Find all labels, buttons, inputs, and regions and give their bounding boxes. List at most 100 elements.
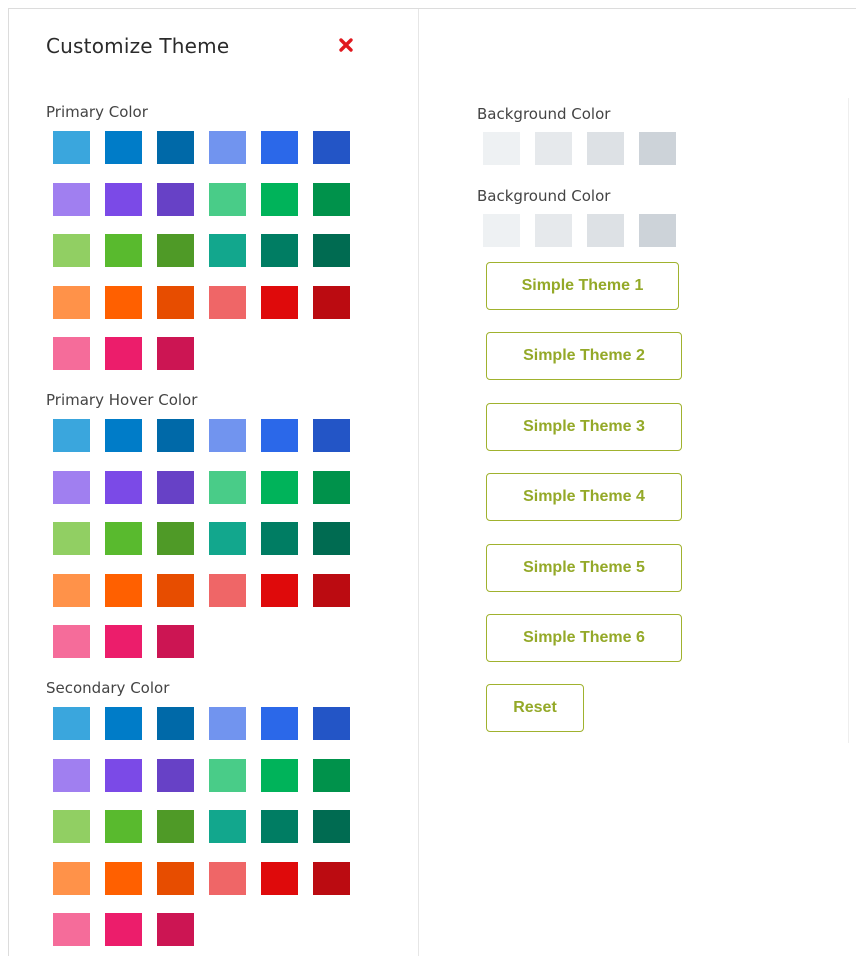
secondary-color-swatch[interactable] bbox=[209, 759, 246, 792]
primary-hover-color-swatch[interactable] bbox=[105, 522, 142, 555]
secondary-color-swatch[interactable] bbox=[53, 913, 90, 946]
secondary-color-swatch[interactable] bbox=[261, 810, 298, 843]
secondary-color-swatch[interactable] bbox=[53, 810, 90, 843]
secondary-color-swatch[interactable] bbox=[209, 810, 246, 843]
primary-color-swatch[interactable] bbox=[105, 234, 142, 267]
simple-theme-6-button[interactable]: Simple Theme 6 bbox=[486, 614, 682, 662]
primary-hover-color-swatch[interactable] bbox=[53, 522, 90, 555]
primary-hover-color-swatch[interactable] bbox=[209, 419, 246, 452]
primary-hover-color-swatch[interactable] bbox=[105, 625, 142, 658]
secondary-color-swatch[interactable] bbox=[105, 759, 142, 792]
secondary-color-swatch[interactable] bbox=[209, 707, 246, 740]
primary-color-swatch[interactable] bbox=[105, 131, 142, 164]
primary-hover-color-swatch[interactable] bbox=[157, 471, 194, 504]
primary-color-swatch[interactable] bbox=[261, 234, 298, 267]
primary-hover-color-swatch[interactable] bbox=[105, 419, 142, 452]
secondary-color-swatch[interactable] bbox=[209, 862, 246, 895]
primary-color-swatch[interactable] bbox=[313, 286, 350, 319]
secondary-color-swatch[interactable] bbox=[261, 759, 298, 792]
primary-hover-color-swatch[interactable] bbox=[209, 574, 246, 607]
primary-color-swatch[interactable] bbox=[105, 183, 142, 216]
secondary-color-swatch[interactable] bbox=[313, 862, 350, 895]
secondary-color-swatch[interactable] bbox=[261, 707, 298, 740]
primary-color-swatch[interactable] bbox=[157, 337, 194, 370]
secondary-color-swatch[interactable] bbox=[313, 810, 350, 843]
secondary-color-swatch[interactable] bbox=[157, 707, 194, 740]
secondary-color-swatch[interactable] bbox=[313, 707, 350, 740]
secondary-color-swatch[interactable] bbox=[105, 810, 142, 843]
secondary-color-swatch[interactable] bbox=[313, 759, 350, 792]
secondary-color-swatch[interactable] bbox=[105, 707, 142, 740]
primary-hover-color-swatch[interactable] bbox=[157, 625, 194, 658]
background-color-swatch[interactable] bbox=[587, 132, 624, 165]
secondary-color-swatch[interactable] bbox=[105, 913, 142, 946]
secondary-color-swatch[interactable] bbox=[261, 862, 298, 895]
primary-hover-color-swatch[interactable] bbox=[261, 574, 298, 607]
simple-theme-1-button[interactable]: Simple Theme 1 bbox=[486, 262, 679, 310]
secondary-color-swatch[interactable] bbox=[157, 913, 194, 946]
primary-hover-color-swatch[interactable] bbox=[105, 574, 142, 607]
primary-color-swatch[interactable] bbox=[157, 131, 194, 164]
primary-color-swatch[interactable] bbox=[209, 131, 246, 164]
secondary-color-swatch[interactable] bbox=[53, 862, 90, 895]
primary-hover-color-swatch[interactable] bbox=[157, 522, 194, 555]
panel-left-border bbox=[8, 8, 9, 956]
primary-color-swatch[interactable] bbox=[53, 234, 90, 267]
secondary-color-swatch[interactable] bbox=[53, 707, 90, 740]
primary-color-swatch[interactable] bbox=[209, 234, 246, 267]
background-color-swatch[interactable] bbox=[535, 132, 572, 165]
background-color-swatch-2[interactable] bbox=[639, 214, 676, 247]
primary-hover-color-swatch[interactable] bbox=[209, 471, 246, 504]
primary-hover-color-swatch[interactable] bbox=[313, 522, 350, 555]
primary-color-swatch[interactable] bbox=[157, 286, 194, 319]
primary-color-swatch[interactable] bbox=[157, 183, 194, 216]
secondary-color-swatch[interactable] bbox=[157, 862, 194, 895]
primary-hover-color-swatch[interactable] bbox=[261, 419, 298, 452]
primary-hover-color-swatch[interactable] bbox=[261, 522, 298, 555]
primary-color-swatch[interactable] bbox=[261, 131, 298, 164]
primary-color-swatch[interactable] bbox=[313, 183, 350, 216]
primary-color-swatch[interactable] bbox=[209, 286, 246, 319]
primary-hover-color-swatch[interactable] bbox=[53, 574, 90, 607]
primary-color-swatch[interactable] bbox=[157, 234, 194, 267]
primary-color-swatch[interactable] bbox=[105, 337, 142, 370]
background-color-swatch[interactable] bbox=[639, 132, 676, 165]
background-color-swatch[interactable] bbox=[483, 132, 520, 165]
primary-color-swatch[interactable] bbox=[313, 234, 350, 267]
simple-theme-3-button[interactable]: Simple Theme 3 bbox=[486, 403, 682, 451]
primary-hover-color-swatch[interactable] bbox=[313, 574, 350, 607]
primary-color-swatch[interactable] bbox=[105, 286, 142, 319]
primary-color-swatch[interactable] bbox=[53, 131, 90, 164]
primary-hover-color-swatch[interactable] bbox=[105, 471, 142, 504]
secondary-color-swatch[interactable] bbox=[105, 862, 142, 895]
secondary-color-swatch[interactable] bbox=[53, 759, 90, 792]
primary-hover-color-swatch[interactable] bbox=[313, 419, 350, 452]
primary-color-swatch[interactable] bbox=[209, 183, 246, 216]
primary-color-swatch[interactable] bbox=[313, 131, 350, 164]
primary-hover-color-swatches bbox=[53, 419, 363, 659]
close-icon[interactable] bbox=[337, 36, 355, 54]
secondary-color-swatch[interactable] bbox=[157, 759, 194, 792]
primary-color-swatch[interactable] bbox=[261, 286, 298, 319]
simple-theme-5-button[interactable]: Simple Theme 5 bbox=[486, 544, 682, 592]
secondary-color-swatch[interactable] bbox=[157, 810, 194, 843]
primary-hover-color-swatch[interactable] bbox=[261, 471, 298, 504]
primary-hover-color-swatch[interactable] bbox=[53, 419, 90, 452]
primary-hover-color-swatch[interactable] bbox=[209, 522, 246, 555]
primary-color-swatch[interactable] bbox=[53, 337, 90, 370]
simple-theme-2-button[interactable]: Simple Theme 2 bbox=[486, 332, 682, 380]
primary-color-swatch[interactable] bbox=[53, 286, 90, 319]
primary-hover-color-swatch[interactable] bbox=[157, 574, 194, 607]
primary-color-swatch[interactable] bbox=[53, 183, 90, 216]
background-color-swatch-2[interactable] bbox=[535, 214, 572, 247]
reset-button[interactable]: Reset bbox=[486, 684, 584, 732]
simple-theme-4-button[interactable]: Simple Theme 4 bbox=[486, 473, 682, 521]
background-color-swatches-2 bbox=[483, 214, 683, 247]
primary-hover-color-swatch[interactable] bbox=[53, 625, 90, 658]
primary-hover-color-swatch[interactable] bbox=[157, 419, 194, 452]
primary-hover-color-swatch[interactable] bbox=[313, 471, 350, 504]
background-color-swatch-2[interactable] bbox=[483, 214, 520, 247]
primary-color-swatch[interactable] bbox=[261, 183, 298, 216]
background-color-swatch-2[interactable] bbox=[587, 214, 624, 247]
primary-hover-color-swatch[interactable] bbox=[53, 471, 90, 504]
